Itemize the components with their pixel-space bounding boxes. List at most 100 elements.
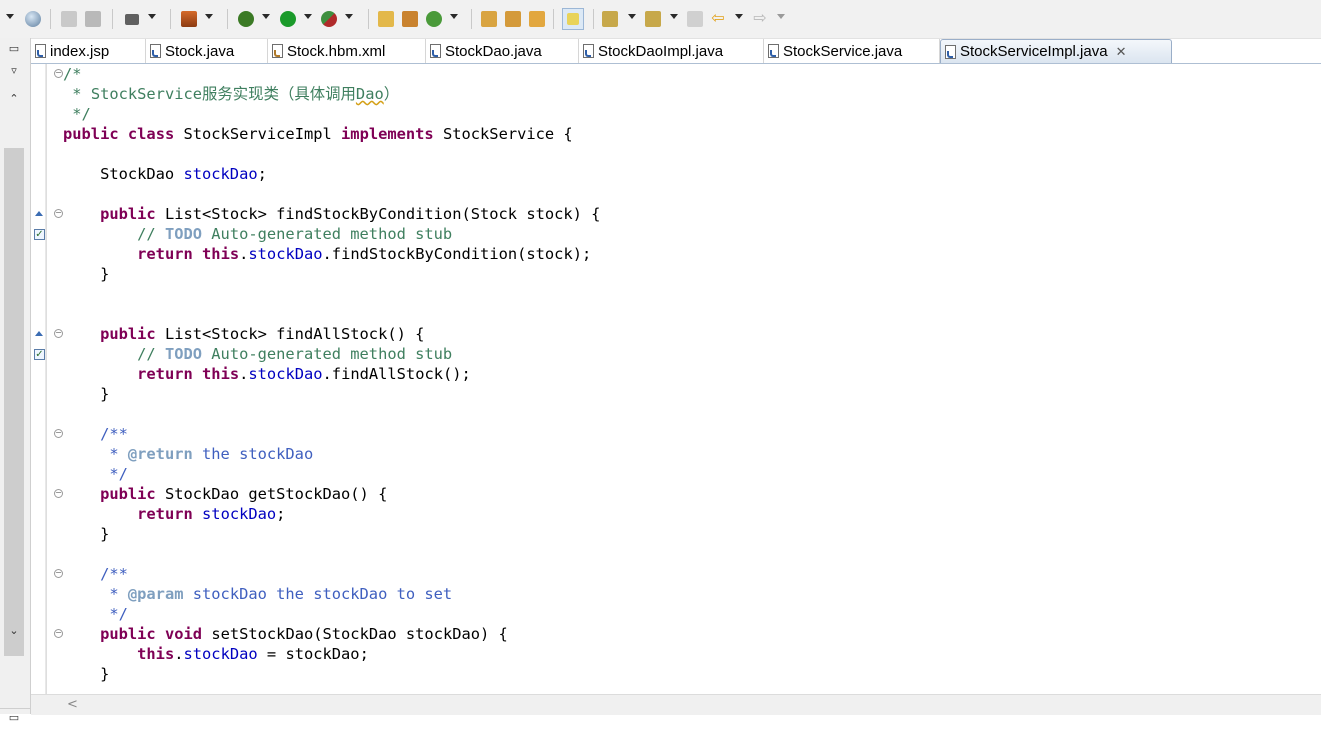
chevron-down-icon[interactable] [205, 14, 213, 19]
toolbar-separator [368, 9, 369, 29]
code-line: * @param stockDao the stockDao to set [63, 585, 453, 603]
code-line: } [63, 525, 110, 543]
code-line: } [63, 385, 110, 403]
close-icon[interactable]: ✕ [1116, 44, 1127, 60]
open-type-icon[interactable] [378, 9, 394, 29]
chevron-down-icon[interactable] [6, 14, 14, 19]
java-file-icon [150, 44, 161, 58]
code-line: this.stockDao = stockDao; [137, 645, 369, 663]
code-line: * StockService服务实现类（具体调用Dao） [63, 85, 400, 103]
maximize-icon[interactable]: ▭ [2, 709, 26, 727]
toolbar-separator [50, 9, 51, 29]
toolbar-separator [227, 9, 228, 29]
fold-collapse-icon[interactable]: − [54, 69, 63, 78]
scroll-left-icon[interactable]: < [67, 697, 78, 712]
code-line: } [63, 265, 110, 283]
new-package-icon[interactable] [402, 9, 418, 29]
chevron-down-icon[interactable] [628, 14, 636, 19]
view-menu-icon[interactable]: ▿ [2, 62, 26, 80]
overview-gutter [31, 64, 46, 694]
code-line: * @return the stockDao [63, 445, 314, 463]
toolbar-separator [593, 9, 594, 29]
scroll-down-icon[interactable]: ⌄ [2, 622, 26, 640]
fold-collapse-icon[interactable]: − [54, 429, 63, 438]
java-file-icon [583, 44, 594, 58]
globe-icon[interactable] [25, 9, 41, 29]
mark-occurrences-icon[interactable] [562, 8, 584, 30]
chevron-down-icon[interactable] [148, 14, 156, 19]
code-line: */ [63, 605, 128, 623]
toolbar-separator [112, 9, 113, 29]
fold-collapse-icon[interactable]: − [54, 489, 63, 498]
chevron-down-icon[interactable] [450, 14, 458, 19]
code-line: public void setStockDao(StockDao stockDa… [100, 625, 508, 643]
vertical-scrollbar-thumb[interactable] [4, 148, 24, 656]
tab-label: Stock.java [165, 42, 235, 60]
code-line: public class StockServiceImpl implements… [63, 125, 573, 143]
code-line: public List<Stock> findAllStock() { [100, 325, 425, 343]
fold-collapse-icon[interactable]: − [54, 569, 63, 578]
chevron-down-icon[interactable] [304, 14, 312, 19]
chevron-down-icon[interactable] [345, 14, 353, 19]
prev-annotation-icon[interactable] [645, 9, 661, 29]
next-annotation-icon[interactable] [602, 9, 618, 29]
refresh-icon[interactable] [426, 9, 442, 29]
tab-stockdao-java[interactable]: StockDao.java [426, 39, 579, 63]
jsp-file-icon [35, 44, 46, 58]
screenshot-icon[interactable] [124, 9, 140, 29]
chevron-down-icon[interactable] [262, 14, 270, 19]
external-tools-icon[interactable] [321, 9, 337, 29]
chevron-down-icon[interactable] [735, 14, 743, 19]
last-edit-icon[interactable] [687, 9, 703, 29]
fold-collapse-icon[interactable]: − [54, 329, 63, 338]
tab-stockdaoimpl-java[interactable]: StockDaoImpl.java [579, 39, 764, 63]
tab-label: StockDao.java [445, 42, 542, 60]
override-marker-icon[interactable] [35, 331, 43, 336]
restore-panel[interactable]: ▭ [0, 708, 30, 729]
tab-stockserviceimpl-java[interactable]: StockServiceImpl.java ✕ [940, 39, 1172, 63]
editor-tab-bar: index.jsp Stock.java Stock.hbm.xml Stock… [31, 39, 1321, 64]
tab-label: StockService.java [783, 42, 903, 60]
scroll-up-icon[interactable]: ⌃ [2, 90, 26, 108]
tab-index-jsp[interactable]: index.jsp [31, 39, 146, 63]
tab-label: StockDaoImpl.java [598, 42, 724, 60]
line-ruler [46, 64, 47, 694]
java-file-icon [430, 44, 441, 58]
code-line: /* [63, 65, 82, 83]
back-icon[interactable]: ⇦ [710, 9, 726, 29]
tab-stockservice-java[interactable]: StockService.java [764, 39, 940, 63]
open-folder-icon[interactable] [529, 9, 545, 29]
task-marker-icon[interactable]: ✓ [34, 349, 45, 360]
fold-collapse-icon[interactable]: − [54, 209, 63, 218]
tab-stock-hbm-xml[interactable]: Stock.hbm.xml [268, 39, 426, 63]
chevron-down-icon[interactable] [670, 14, 678, 19]
fold-collapse-icon[interactable]: − [54, 629, 63, 638]
java-file-icon [945, 44, 956, 59]
open-folder-icon[interactable] [61, 9, 77, 29]
debug-icon[interactable] [238, 9, 254, 29]
task-marker-icon[interactable]: ✓ [34, 229, 45, 240]
maximize-icon[interactable]: ▭ [2, 40, 26, 58]
code-line: */ [63, 105, 91, 123]
code-line: */ [63, 465, 128, 483]
java-file-icon [768, 44, 779, 58]
main-toolbar: ⇦ ⇨ [0, 0, 1321, 39]
tab-stock-java[interactable]: Stock.java [146, 39, 268, 63]
horizontal-scrollbar[interactable]: < [31, 694, 1321, 715]
chevron-down-icon[interactable] [777, 14, 785, 19]
override-marker-icon[interactable] [35, 211, 43, 216]
left-minimized-panel: ▭ ▿ ⌃ ⌄ ▭ [0, 38, 31, 724]
tab-label: StockServiceImpl.java [960, 43, 1108, 60]
save-icon[interactable] [85, 9, 101, 29]
code-line: } [63, 665, 110, 683]
xml-file-icon [272, 44, 283, 58]
code-line: return stockDao; [137, 505, 286, 523]
toolbar-separator [553, 9, 554, 29]
new-server-icon[interactable] [181, 9, 197, 29]
open-task-icon[interactable] [481, 9, 497, 29]
run-icon[interactable] [280, 9, 296, 29]
pin-icon[interactable] [505, 9, 521, 29]
code-line: return this.stockDao.findAllStock(); [137, 365, 471, 383]
tab-label: index.jsp [50, 42, 110, 60]
forward-icon[interactable]: ⇨ [752, 9, 768, 29]
